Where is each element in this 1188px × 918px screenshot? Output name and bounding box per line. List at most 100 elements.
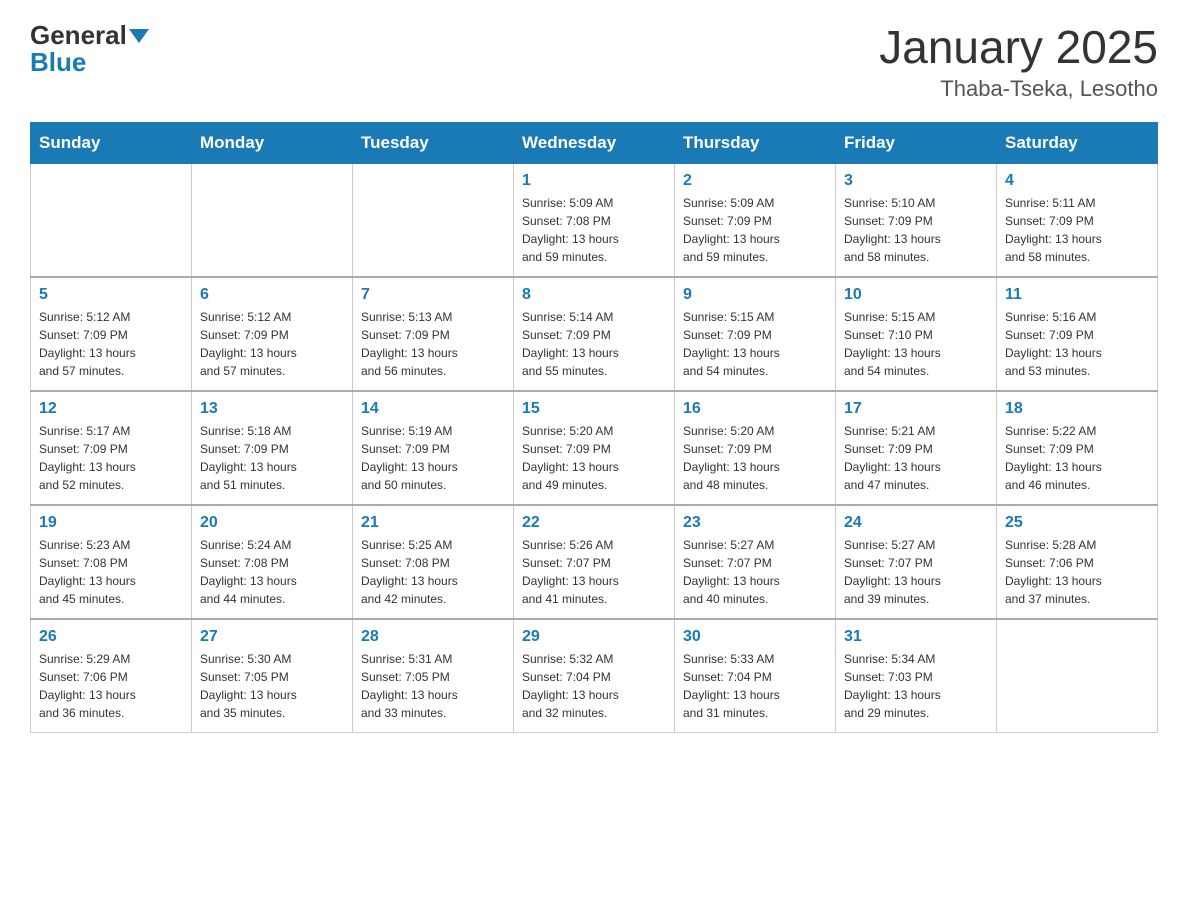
table-row: 29Sunrise: 5:32 AM Sunset: 7:04 PM Dayli…	[514, 619, 675, 733]
col-tuesday: Tuesday	[353, 123, 514, 164]
day-info: Sunrise: 5:09 AM Sunset: 7:08 PM Dayligh…	[522, 194, 666, 266]
day-number: 10	[844, 286, 988, 304]
day-info: Sunrise: 5:22 AM Sunset: 7:09 PM Dayligh…	[1005, 422, 1149, 494]
day-info: Sunrise: 5:16 AM Sunset: 7:09 PM Dayligh…	[1005, 308, 1149, 380]
logo: General Blue	[30, 20, 149, 78]
day-number: 19	[39, 514, 183, 532]
day-info: Sunrise: 5:23 AM Sunset: 7:08 PM Dayligh…	[39, 536, 183, 608]
table-row: 14 Sunrise: 5:19 AM Sunset: 7:09 PM Dayli…	[353, 391, 514, 505]
table-row: 15Sunrise: 5:20 AM Sunset: 7:09 PM Dayli…	[514, 391, 675, 505]
day-info: Sunrise: 5:18 AM Sunset: 7:09 PM Dayligh…	[200, 422, 344, 494]
day-number: 14	[361, 400, 505, 418]
day-info: Sunrise: 5:34 AM Sunset: 7:03 PM Dayligh…	[844, 650, 988, 722]
day-info: Sunrise: 5:11 AM Sunset: 7:09 PM Dayligh…	[1005, 194, 1149, 266]
day-number: 16	[683, 400, 827, 418]
day-info: Sunrise: 5:12 AM Sunset: 7:09 PM Dayligh…	[39, 308, 183, 380]
calendar-week-row: 12Sunrise: 5:17 AM Sunset: 7:09 PM Dayli…	[31, 391, 1158, 505]
table-row: 9Sunrise: 5:15 AM Sunset: 7:09 PM Daylig…	[675, 277, 836, 391]
table-row: 18Sunrise: 5:22 AM Sunset: 7:09 PM Dayli…	[997, 391, 1158, 505]
day-number: 22	[522, 514, 666, 532]
day-number: 4	[1005, 172, 1149, 190]
table-row: 30 Sunrise: 5:33 AM Sunset: 7:04 PM Dayli…	[675, 619, 836, 733]
location-subtitle: Thaba-Tseka, Lesotho	[879, 76, 1158, 102]
day-number: 28	[361, 628, 505, 646]
day-number: 31	[844, 628, 988, 646]
col-wednesday: Wednesday	[514, 123, 675, 164]
table-row: 10 Sunrise: 5:15 AM Sunset: 7:10 PM Dayli…	[836, 277, 997, 391]
day-info: Sunrise: 5:10 AM Sunset: 7:09 PM Dayligh…	[844, 194, 988, 266]
col-monday: Monday	[192, 123, 353, 164]
table-row: 20 Sunrise: 5:24 AM Sunset: 7:08 PM Dayli…	[192, 505, 353, 619]
day-info: Sunrise: 5:13 AM Sunset: 7:09 PM Dayligh…	[361, 308, 505, 380]
table-row: 25 Sunrise: 5:28 AM Sunset: 7:06 PM Dayli…	[997, 505, 1158, 619]
day-info: Sunrise: 5:28 AM Sunset: 7:06 PM Dayligh…	[1005, 536, 1149, 608]
logo-triangle-icon	[129, 29, 149, 43]
table-row: 23 Sunrise: 5:27 AM Sunset: 7:07 PM Dayli…	[675, 505, 836, 619]
col-thursday: Thursday	[675, 123, 836, 164]
day-info: Sunrise: 5:21 AM Sunset: 7:09 PM Dayligh…	[844, 422, 988, 494]
day-number: 15	[522, 400, 666, 418]
day-number: 29	[522, 628, 666, 646]
day-number: 5	[39, 286, 183, 304]
day-number: 2	[683, 172, 827, 190]
table-row: 3Sunrise: 5:10 AM Sunset: 7:09 PM Daylig…	[836, 164, 997, 278]
day-info: Sunrise: 5:12 AM Sunset: 7:09 PM Dayligh…	[200, 308, 344, 380]
calendar-week-row: 5 Sunrise: 5:12 AM Sunset: 7:09 PM Daylig…	[31, 277, 1158, 391]
title-area: January 2025 Thaba-Tseka, Lesotho	[879, 20, 1158, 102]
calendar-header-row: Sunday Monday Tuesday Wednesday Thursday…	[31, 123, 1158, 164]
table-row: 8 Sunrise: 5:14 AM Sunset: 7:09 PM Daylig…	[514, 277, 675, 391]
table-row	[31, 164, 192, 278]
day-info: Sunrise: 5:27 AM Sunset: 7:07 PM Dayligh…	[683, 536, 827, 608]
day-number: 23	[683, 514, 827, 532]
day-info: Sunrise: 5:31 AM Sunset: 7:05 PM Dayligh…	[361, 650, 505, 722]
table-row: 7 Sunrise: 5:13 AM Sunset: 7:09 PM Daylig…	[353, 277, 514, 391]
table-row: 4 Sunrise: 5:11 AM Sunset: 7:09 PM Daylig…	[997, 164, 1158, 278]
day-number: 13	[200, 400, 344, 418]
table-row: 6 Sunrise: 5:12 AM Sunset: 7:09 PM Daylig…	[192, 277, 353, 391]
day-info: Sunrise: 5:14 AM Sunset: 7:09 PM Dayligh…	[522, 308, 666, 380]
table-row: 11 Sunrise: 5:16 AM Sunset: 7:09 PM Dayli…	[997, 277, 1158, 391]
day-info: Sunrise: 5:09 AM Sunset: 7:09 PM Dayligh…	[683, 194, 827, 266]
day-number: 26	[39, 628, 183, 646]
table-row: 12Sunrise: 5:17 AM Sunset: 7:09 PM Dayli…	[31, 391, 192, 505]
table-row: 19 Sunrise: 5:23 AM Sunset: 7:08 PM Dayli…	[31, 505, 192, 619]
table-row: 31 Sunrise: 5:34 AM Sunset: 7:03 PM Dayli…	[836, 619, 997, 733]
table-row	[353, 164, 514, 278]
table-row: 21 Sunrise: 5:25 AM Sunset: 7:08 PM Dayli…	[353, 505, 514, 619]
day-number: 27	[200, 628, 344, 646]
day-info: Sunrise: 5:27 AM Sunset: 7:07 PM Dayligh…	[844, 536, 988, 608]
day-info: Sunrise: 5:25 AM Sunset: 7:08 PM Dayligh…	[361, 536, 505, 608]
day-info: Sunrise: 5:20 AM Sunset: 7:09 PM Dayligh…	[683, 422, 827, 494]
header: General Blue January 2025 Thaba-Tseka, L…	[30, 20, 1158, 102]
col-friday: Friday	[836, 123, 997, 164]
day-number: 30	[683, 628, 827, 646]
day-number: 8	[522, 286, 666, 304]
calendar-week-row: 19 Sunrise: 5:23 AM Sunset: 7:08 PM Dayli…	[31, 505, 1158, 619]
table-row: 24Sunrise: 5:27 AM Sunset: 7:07 PM Dayli…	[836, 505, 997, 619]
calendar-week-row: 1Sunrise: 5:09 AM Sunset: 7:08 PM Daylig…	[31, 164, 1158, 278]
day-number: 21	[361, 514, 505, 532]
day-number: 25	[1005, 514, 1149, 532]
table-row	[997, 619, 1158, 733]
table-row: 17 Sunrise: 5:21 AM Sunset: 7:09 PM Dayli…	[836, 391, 997, 505]
day-info: Sunrise: 5:19 AM Sunset: 7:09 PM Dayligh…	[361, 422, 505, 494]
table-row: 2 Sunrise: 5:09 AM Sunset: 7:09 PM Daylig…	[675, 164, 836, 278]
table-row: 16 Sunrise: 5:20 AM Sunset: 7:09 PM Dayli…	[675, 391, 836, 505]
table-row: 1Sunrise: 5:09 AM Sunset: 7:08 PM Daylig…	[514, 164, 675, 278]
day-number: 7	[361, 286, 505, 304]
day-info: Sunrise: 5:15 AM Sunset: 7:10 PM Dayligh…	[844, 308, 988, 380]
calendar-table: Sunday Monday Tuesday Wednesday Thursday…	[30, 122, 1158, 733]
table-row: 13 Sunrise: 5:18 AM Sunset: 7:09 PM Dayli…	[192, 391, 353, 505]
table-row: 5 Sunrise: 5:12 AM Sunset: 7:09 PM Daylig…	[31, 277, 192, 391]
table-row: 22Sunrise: 5:26 AM Sunset: 7:07 PM Dayli…	[514, 505, 675, 619]
day-number: 17	[844, 400, 988, 418]
day-info: Sunrise: 5:17 AM Sunset: 7:09 PM Dayligh…	[39, 422, 183, 494]
day-info: Sunrise: 5:33 AM Sunset: 7:04 PM Dayligh…	[683, 650, 827, 722]
day-info: Sunrise: 5:24 AM Sunset: 7:08 PM Dayligh…	[200, 536, 344, 608]
logo-blue-text: Blue	[30, 47, 149, 78]
day-number: 11	[1005, 286, 1149, 304]
day-number: 20	[200, 514, 344, 532]
day-number: 6	[200, 286, 344, 304]
table-row: 27Sunrise: 5:30 AM Sunset: 7:05 PM Dayli…	[192, 619, 353, 733]
day-info: Sunrise: 5:15 AM Sunset: 7:09 PM Dayligh…	[683, 308, 827, 380]
